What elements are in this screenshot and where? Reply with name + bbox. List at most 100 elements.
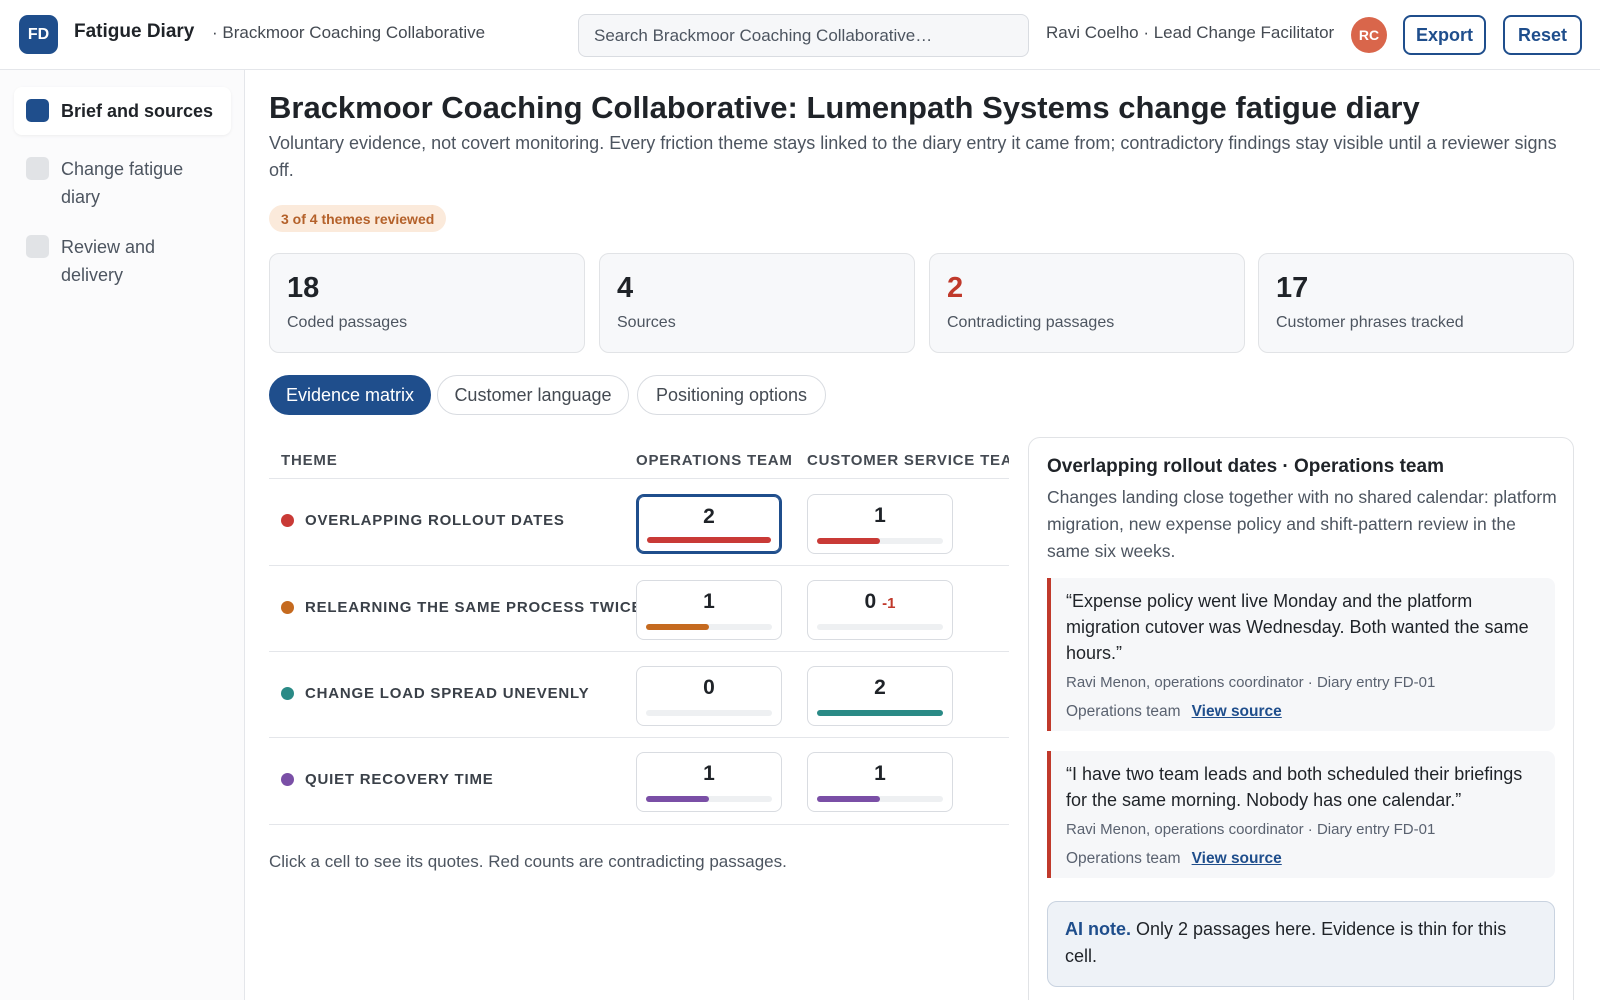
tab-customer-language[interactable]: Customer language xyxy=(437,375,629,415)
cell-bar-fill xyxy=(646,796,709,802)
matrix-row-theme: CHANGE LOAD SPREAD UNEVENLY xyxy=(281,685,589,702)
theme-color-dot xyxy=(281,514,294,527)
sidebar-item-label: Review and delivery xyxy=(61,237,156,285)
quote-team: Operations team xyxy=(1066,703,1181,720)
top-bar: FD Fatigue Diary · Brackmoor Coaching Co… xyxy=(0,0,1600,70)
cell-count: 1 xyxy=(874,504,886,527)
cell-count: 2 xyxy=(703,505,715,528)
quote-card: “Expense policy went live Monday and the… xyxy=(1047,578,1555,731)
sidebar-item-review-and-delivery[interactable]: Review and delivery xyxy=(14,223,231,299)
step-checkbox-icon xyxy=(26,99,49,122)
divider xyxy=(269,737,1009,738)
main-content: Brackmoor Coaching Collaborative: Lumenp… xyxy=(245,70,1600,1000)
view-source-link[interactable]: View source xyxy=(1192,850,1282,868)
quote-text: “I have two team leads and both schedule… xyxy=(1066,764,1523,810)
sidebar-item-brief-and-sources[interactable]: Brief and sources xyxy=(14,87,231,135)
stat-value: 2 xyxy=(947,272,964,304)
quote-text: “Expense policy went live Monday and the… xyxy=(1066,591,1529,663)
matrix-hint: Click a cell to see its quotes. Red coun… xyxy=(269,852,787,871)
stat-card-coded-passages: 18 Coded passages xyxy=(269,253,585,353)
matrix-row-theme: RELEARNING THE SAME PROCESS TWICE xyxy=(281,599,642,616)
cell-count: 1 xyxy=(703,590,715,613)
cell-bar-track xyxy=(817,538,943,544)
cell-count: 0 xyxy=(703,676,715,699)
cell-count: 1 xyxy=(874,762,886,785)
matrix-cell[interactable]: 0 xyxy=(636,666,782,726)
matrix-cell[interactable]: 1 xyxy=(636,752,782,812)
sidebar: Brief and sources Change fatigue diary R… xyxy=(0,70,245,1000)
cell-detail-panel: Overlapping rollout dates · Operations t… xyxy=(1028,437,1574,1000)
matrix-row-theme: OVERLAPPING ROLLOUT DATES xyxy=(281,512,565,529)
matrix-cell[interactable]: 1 xyxy=(807,752,953,812)
divider xyxy=(269,478,1009,479)
detail-description: Changes landing close together with no s… xyxy=(1047,487,1557,561)
view-source-link[interactable]: View source xyxy=(1192,703,1282,721)
cell-bar-fill xyxy=(646,624,709,630)
divider xyxy=(269,565,1009,566)
ai-note: AI note. Only 2 passages here. Evidence … xyxy=(1047,901,1555,987)
matrix-cell[interactable]: 0 -1 xyxy=(807,580,953,640)
cell-bar-fill xyxy=(647,537,771,543)
stat-label: Contradicting passages xyxy=(947,314,1115,331)
matrix-cell[interactable]: 2 xyxy=(636,494,782,554)
stat-value: 17 xyxy=(1276,272,1309,304)
quote-footer: Operations team View source xyxy=(1066,703,1539,721)
sidebar-item-change-fatigue-diary[interactable]: Change fatigue diary xyxy=(14,145,231,221)
cell-bar-track xyxy=(647,537,771,543)
stat-label: Customer phrases tracked xyxy=(1276,314,1464,331)
column-header-customer-service-team: CUSTOMER SERVICE TEAM xyxy=(807,452,1009,469)
cell-bar-fill xyxy=(817,796,880,802)
divider xyxy=(269,651,1009,652)
cell-bar-track xyxy=(817,796,943,802)
divider xyxy=(269,824,1009,825)
theme-label: QUIET RECOVERY TIME xyxy=(305,771,494,788)
stat-card-contradicting-passages: 2 Contradicting passages xyxy=(929,253,1245,353)
cell-count: 0 xyxy=(864,590,877,613)
review-status-badge: 3 of 4 themes reviewed xyxy=(269,205,447,232)
evidence-matrix: THEME OPERATIONS TEAM CUSTOMER SERVICE T… xyxy=(269,430,1009,850)
cell-bar-track xyxy=(817,624,943,630)
ai-note-label: AI note. xyxy=(1065,919,1131,939)
org-breadcrumb: · Brackmoor Coaching Collaborative xyxy=(212,23,486,42)
sidebar-item-label: Change fatigue diary xyxy=(61,159,184,207)
step-checkbox-icon xyxy=(26,157,49,180)
theme-color-dot xyxy=(281,601,294,614)
matrix-cell[interactable]: 1 xyxy=(636,580,782,640)
cell-bar-fill xyxy=(817,538,880,544)
user-name: Ravi Coelho · Lead Change Facilitator xyxy=(1046,23,1335,42)
cell-bar-track xyxy=(817,710,943,716)
cell-bar-track xyxy=(646,624,772,630)
ai-note-text: Only 2 passages here. Evidence is thin f… xyxy=(1065,919,1507,966)
tab-evidence-matrix[interactable]: Evidence matrix xyxy=(269,375,431,415)
avatar[interactable]: RC xyxy=(1351,17,1387,53)
tab-positioning-options[interactable]: Positioning options xyxy=(637,375,826,415)
matrix-row-theme: QUIET RECOVERY TIME xyxy=(281,771,494,788)
matrix-cell[interactable]: 1 xyxy=(807,494,953,554)
reset-button[interactable]: Reset xyxy=(1503,15,1582,55)
stat-value: 18 xyxy=(287,272,320,304)
cell-count-wrap: 0 -1 xyxy=(808,590,952,614)
stat-value: 4 xyxy=(617,272,634,304)
cell-count: 2 xyxy=(874,676,886,699)
cell-bar-track xyxy=(646,710,772,716)
detail-title: Overlapping rollout dates · Operations t… xyxy=(1047,456,1444,477)
matrix-cell[interactable]: 2 xyxy=(807,666,953,726)
stat-card-customer-phrases: 17 Customer phrases tracked xyxy=(1258,253,1574,353)
quote-card: “I have two team leads and both schedule… xyxy=(1047,751,1555,878)
search-input[interactable] xyxy=(578,14,1029,57)
sidebar-item-label: Brief and sources xyxy=(61,101,214,121)
theme-color-dot xyxy=(281,773,294,786)
stat-label: Sources xyxy=(617,314,676,331)
app-title: Fatigue Diary xyxy=(74,21,195,42)
cell-bar-fill xyxy=(817,710,943,716)
theme-label: RELEARNING THE SAME PROCESS TWICE xyxy=(305,599,643,616)
quote-team: Operations team xyxy=(1066,850,1181,867)
theme-label: CHANGE LOAD SPREAD UNEVENLY xyxy=(305,685,590,702)
contradiction-delta: -1 xyxy=(882,595,896,612)
export-button[interactable]: Export xyxy=(1403,15,1486,55)
cell-count: 1 xyxy=(703,762,715,785)
page-subtitle: Voluntary evidence, not covert monitorin… xyxy=(269,133,1557,180)
theme-label: OVERLAPPING ROLLOUT DATES xyxy=(305,512,565,529)
stat-card-sources: 4 Sources xyxy=(599,253,915,353)
app-logo[interactable]: FD xyxy=(19,15,58,54)
